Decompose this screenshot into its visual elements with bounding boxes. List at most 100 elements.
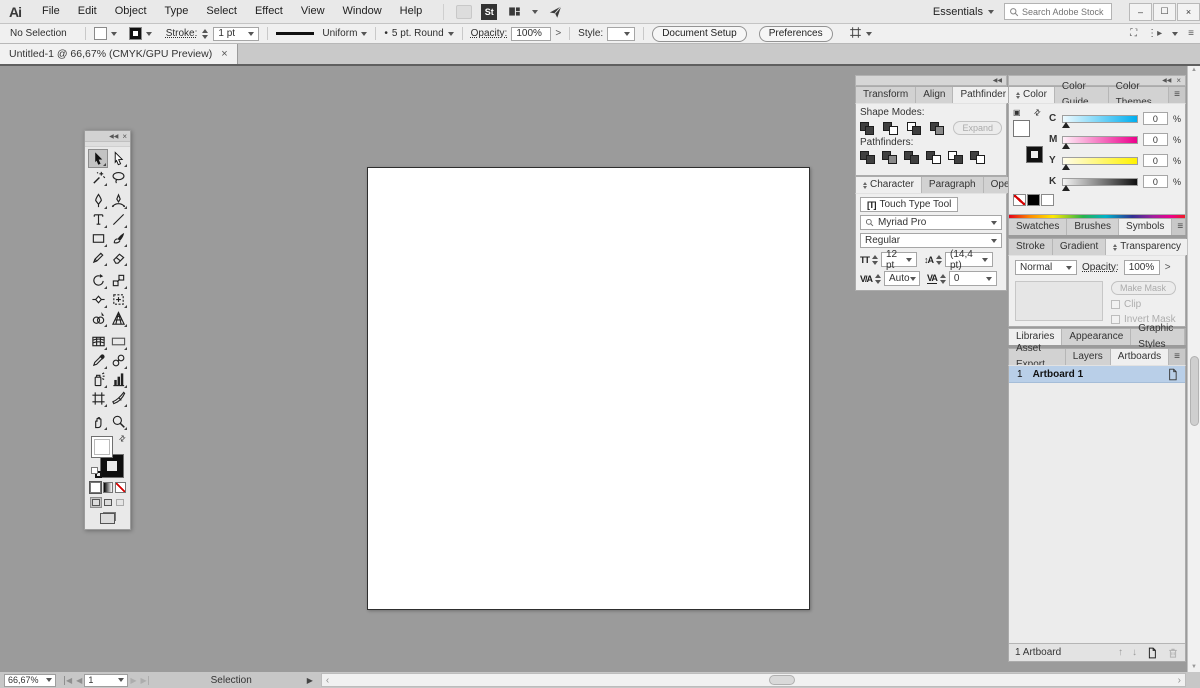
change-screen-mode-button[interactable] (100, 513, 115, 524)
stroke-weight-field[interactable]: 1 pt (213, 27, 259, 41)
tool-eraser[interactable] (108, 248, 128, 267)
brush-definition[interactable]: 5 pt. Round (392, 28, 444, 39)
tool-selection[interactable] (88, 149, 108, 168)
minus-front-icon[interactable] (883, 122, 897, 135)
tab-symbols[interactable]: Symbols (1119, 219, 1172, 235)
merge-icon[interactable] (904, 151, 919, 164)
touch-type-tool-button[interactable]: [T] Touch Type Tool (860, 197, 958, 212)
tab-graphic-styles[interactable]: Graphic Styles (1131, 329, 1185, 345)
collapse-dock-icon[interactable]: ◀◀ (993, 77, 1002, 84)
first-artboard-icon[interactable]: ◀ (64, 676, 72, 685)
menu-file[interactable]: File (33, 0, 69, 23)
panel-options-icon[interactable]: ⋮▸ (1147, 28, 1162, 39)
leading-select[interactable]: (14,4 pt) (945, 252, 993, 267)
brush-chevron[interactable] (448, 32, 454, 36)
arrange-documents-icon[interactable] (506, 4, 523, 19)
width-profile-chevron[interactable] (361, 32, 367, 36)
paint-gradient-button[interactable] (103, 482, 114, 493)
status-flyout-icon[interactable]: ▶ (307, 676, 313, 685)
align-options-chevron[interactable] (866, 32, 872, 36)
opacity-field[interactable]: 100% (511, 27, 551, 41)
font-style-select[interactable]: Regular (860, 233, 1002, 248)
white-swatch[interactable] (1041, 194, 1054, 206)
collapse-toolbox-icon[interactable]: ◀◀ (109, 133, 118, 140)
preferences-button[interactable]: Preferences (759, 26, 833, 42)
tool-symbol-sprayer[interactable] (88, 370, 108, 389)
tab-brushes[interactable]: Brushes (1067, 219, 1119, 235)
search-input[interactable] (1022, 7, 1106, 17)
artboard-page-icon[interactable] (1166, 368, 1179, 381)
new-artboard-icon[interactable] (1146, 647, 1158, 659)
swap-fill-stroke-icon[interactable]: ⇄ (1032, 107, 1043, 118)
black-slider[interactable] (1062, 178, 1138, 186)
stroke-weight-stepper[interactable] (202, 29, 208, 39)
kerning-select[interactable]: Auto (884, 271, 920, 286)
font-size-select[interactable]: 12 pt (881, 252, 917, 267)
tab-stroke[interactable]: Stroke (1009, 239, 1053, 255)
tab-align[interactable]: Align (916, 87, 953, 103)
tool-eyedropper[interactable] (88, 351, 108, 370)
share-icon[interactable] (547, 4, 564, 19)
tab-swatches[interactable]: Swatches (1009, 219, 1067, 235)
tab-asset-export[interactable]: Asset Export (1009, 349, 1066, 365)
cyan-slider[interactable] (1062, 115, 1138, 123)
horizontal-scroll-thumb[interactable] (769, 675, 795, 685)
dock-a-header[interactable]: ◀◀ (855, 75, 1007, 86)
width-profile-label[interactable]: Uniform (322, 28, 357, 39)
tool-direct-selection[interactable] (108, 149, 128, 168)
tool-scale[interactable] (108, 271, 128, 290)
close-button[interactable]: × (1177, 3, 1200, 21)
scroll-right-icon[interactable]: › (1178, 675, 1181, 686)
fill-chevron[interactable] (111, 32, 117, 36)
magenta-value[interactable]: 0 (1143, 133, 1168, 146)
tab-transform[interactable]: Transform (856, 87, 916, 103)
paint-none-button[interactable] (115, 482, 126, 493)
adobe-stock-icon[interactable]: St (481, 4, 497, 20)
previous-artboard-icon[interactable]: ◀ (76, 676, 82, 685)
divide-icon[interactable] (860, 151, 875, 164)
toolbox-header[interactable]: ◀◀ × (85, 131, 130, 142)
horizontal-scrollbar[interactable]: ‹ › (321, 673, 1186, 687)
list-view-icon[interactable]: ≡ (1188, 28, 1194, 39)
minus-back-icon[interactable] (970, 151, 985, 164)
tool-magic-wand[interactable] (88, 168, 108, 187)
tab-transparency[interactable]: Transparency (1106, 239, 1189, 255)
tab-pathfinder[interactable]: Pathfinder (953, 87, 1014, 103)
font-family-select[interactable]: Myriad Pro (860, 215, 1002, 230)
blend-mode-select[interactable]: Normal (1015, 260, 1077, 275)
align-options-icon[interactable] (849, 26, 862, 42)
intersect-icon[interactable] (907, 122, 921, 135)
close-dock-icon[interactable]: × (1176, 76, 1181, 85)
panel-menu-icon[interactable]: ≡ (1169, 87, 1185, 103)
kerning-stepper[interactable] (875, 274, 881, 284)
opacity-label[interactable]: Opacity: (471, 28, 508, 39)
tab-layers[interactable]: Layers (1066, 349, 1111, 365)
stroke-proxy-swatch[interactable] (1027, 147, 1042, 162)
exclude-icon[interactable] (930, 122, 944, 135)
document-setup-button[interactable]: Document Setup (652, 26, 747, 42)
draw-normal-button[interactable] (90, 497, 102, 508)
fill-proxy-swatch[interactable] (1013, 120, 1030, 137)
tool-mesh[interactable] (88, 332, 108, 351)
artboard-1-surface[interactable] (367, 167, 810, 610)
tool-blend[interactable] (108, 351, 128, 370)
cycle-widget-icon[interactable] (1016, 92, 1020, 99)
tool-hand[interactable] (88, 412, 108, 431)
tool-shape-builder[interactable] (88, 309, 108, 328)
tab-artboards[interactable]: Artboards (1111, 349, 1169, 365)
crop-icon[interactable] (926, 151, 941, 164)
yellow-value[interactable]: 0 (1143, 154, 1168, 167)
close-document-icon[interactable]: × (221, 48, 227, 60)
tool-zoom[interactable] (108, 412, 128, 431)
menu-edit[interactable]: Edit (69, 0, 106, 23)
scroll-down-icon[interactable]: ▼ (1191, 663, 1197, 672)
maximize-button[interactable]: ☐ (1153, 3, 1176, 21)
opacity-flyout-icon[interactable]: > (1165, 262, 1171, 273)
stroke-swatch[interactable] (129, 27, 142, 40)
cyan-value[interactable]: 0 (1143, 112, 1168, 125)
tab-appearance[interactable]: Appearance (1062, 329, 1131, 345)
fill-swatch[interactable] (94, 27, 107, 40)
minimize-button[interactable]: – (1129, 3, 1152, 21)
menu-object[interactable]: Object (106, 0, 156, 23)
tab-color-themes[interactable]: Color Themes (1109, 87, 1169, 103)
